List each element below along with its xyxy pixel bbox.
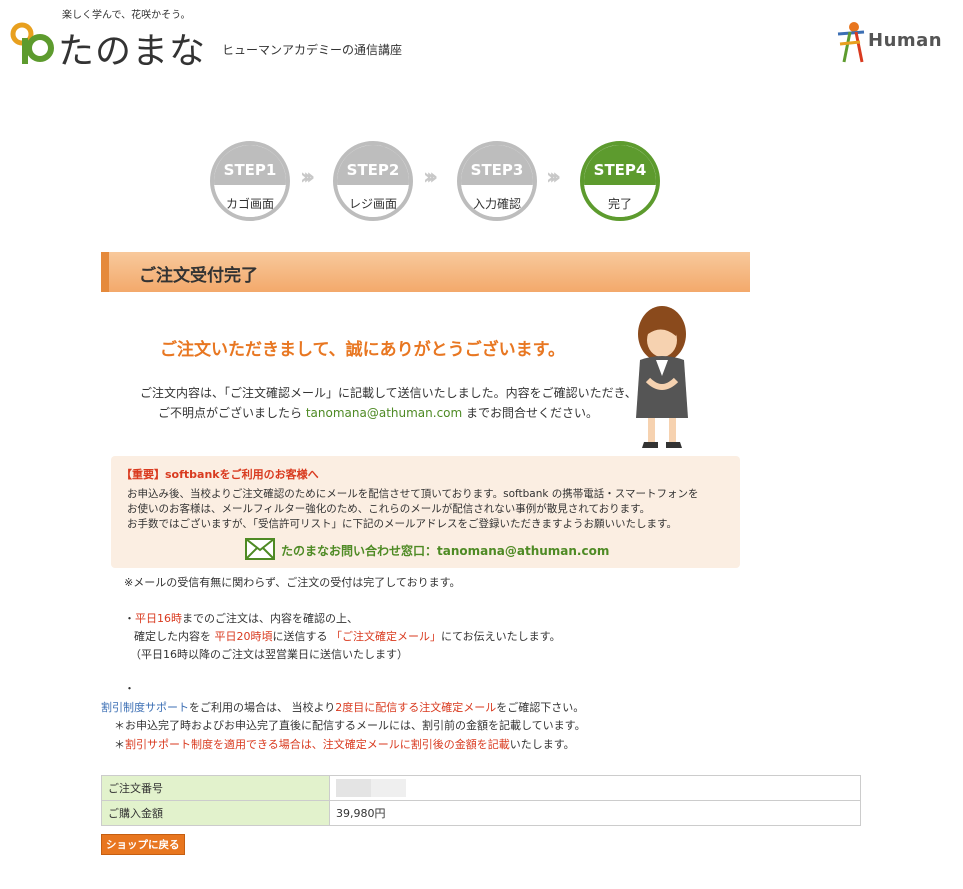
bullet-dot: ・ bbox=[124, 682, 135, 695]
highlight-text: 割引サポート制度を適用できる場合は、注文確定メールに割引後の金額を記載 bbox=[125, 738, 510, 751]
step-4-label: 完了 bbox=[584, 185, 656, 217]
step-4: STEP4 完了 bbox=[580, 141, 660, 221]
chevron-right-icon: ››› bbox=[423, 165, 438, 190]
notice-contact-email[interactable]: たのまなお問い合わせ窓口：tanomana@athuman.com bbox=[281, 542, 609, 559]
notice-title: 【重要】softbankをご利用のお客様へ bbox=[121, 468, 319, 481]
schedule-note-line3: （平日16時以降のご注文は翌営業日に送信いたします） bbox=[130, 648, 408, 661]
highlight-text: 2度目に配信する注文確定メール bbox=[335, 701, 497, 714]
notice-line: お使いのお客様は、メールフィルター強化のため、これらのメールが配信されない事例が… bbox=[127, 503, 651, 515]
human-logo[interactable]: Human bbox=[834, 20, 944, 66]
chevron-right-icon: ››› bbox=[300, 165, 315, 190]
step-2: STEP2 レジ画面 bbox=[333, 141, 413, 221]
step-1: STEP1 カゴ画面 bbox=[210, 141, 290, 221]
section-title: ご注文受付完了 bbox=[139, 266, 258, 286]
bullet-text: にてお伝えいたします。 bbox=[441, 630, 561, 643]
discount-text: ＊ bbox=[114, 738, 125, 751]
masked-order-number bbox=[336, 779, 406, 797]
logo-text[interactable]: たのまな bbox=[58, 22, 206, 74]
thanks-heading: ご注文いただきまして、誠にありがとうございます。 bbox=[160, 340, 565, 360]
table-row: ご注文番号 bbox=[101, 775, 861, 801]
notice-line: お申込み後、当校よりご注文確認のためにメールを配信させて頂いております。soft… bbox=[127, 488, 699, 500]
mail-icon bbox=[245, 538, 275, 560]
highlight-text: 平日20時頃 bbox=[214, 630, 273, 643]
tagline: 楽しく学んで、花咲かそう。 bbox=[62, 10, 191, 21]
step-1-number: STEP1 bbox=[214, 145, 286, 185]
purchase-amount-value: 39,980円 bbox=[329, 800, 861, 826]
tanomana-logo-icon[interactable] bbox=[8, 20, 56, 66]
schedule-note-line1: ・平日16時までのご注文は、内容を確認の上、 bbox=[124, 610, 358, 626]
step-3-label: 入力確認 bbox=[461, 185, 533, 217]
purchase-amount-label: ご購入金額 bbox=[101, 800, 330, 826]
bullet-text: までのご注文は、内容を確認の上、 bbox=[182, 612, 358, 625]
bowing-staff-illustration bbox=[636, 306, 688, 448]
human-logo-text: Human bbox=[868, 30, 943, 51]
softbank-notice: 【重要】softbankをご利用のお客様へ お申込み後、当校よりご注文確認のため… bbox=[111, 456, 740, 568]
contact-email-link[interactable]: tanomana@athuman.com bbox=[306, 406, 462, 420]
step-4-number: STEP4 bbox=[584, 145, 656, 185]
discount-text: いたします。 bbox=[509, 738, 575, 751]
discount-text: をご利用の場合は、 当校より bbox=[189, 701, 336, 714]
human-figure-icon bbox=[837, 22, 865, 63]
bullet-text: 確定した内容を bbox=[134, 630, 215, 643]
step-3: STEP3 入力確認 bbox=[457, 141, 537, 221]
order-number-label: ご注文番号 bbox=[101, 775, 330, 801]
step-2-number: STEP2 bbox=[337, 145, 409, 185]
step-3-number: STEP3 bbox=[461, 145, 533, 185]
notice-line: お手数ではございますが、「受信許可リスト」に下記のメールアドレスをご登録いただき… bbox=[127, 518, 677, 530]
bullet-text: ・ bbox=[124, 612, 135, 625]
receipt-note: ※メールの受信有無に関わらず、ご注文の受付は完了しております。 bbox=[124, 576, 461, 589]
discount-text: をご確認下さい。 bbox=[496, 701, 585, 714]
discount-support-link[interactable]: 割引制度サポート bbox=[101, 701, 189, 714]
confirmation-message-line1: ご注文内容は、「ご注文確認メール」に記載して送信いたしました。内容をご確認いただ… bbox=[140, 386, 637, 400]
highlight-text: 平日16時 bbox=[135, 612, 182, 625]
section-header: ご注文受付完了 bbox=[101, 252, 750, 292]
confirmation-message-line2: ご不明点がございましたら tanomana@athuman.com までお問合せ… bbox=[158, 404, 598, 421]
message-text: までお問合せください。 bbox=[462, 406, 599, 420]
chevron-right-icon: ››› bbox=[546, 165, 561, 190]
discount-note-line3: ＊割引サポート制度を適用できる場合は、注文確定メールに割引後の金額を記載いたしま… bbox=[114, 736, 575, 752]
discount-note-line2: ＊お申込完了時およびお申込完了直後に配信するメールには、割引前の金額を記載してい… bbox=[114, 719, 586, 732]
back-to-shop-button[interactable]: ショップに戻る bbox=[101, 834, 185, 855]
step-1-label: カゴ画面 bbox=[214, 185, 286, 217]
order-number-value bbox=[329, 775, 861, 801]
highlight-text: 「ご注文確定メール」 bbox=[331, 630, 441, 643]
message-text: ご不明点がございましたら bbox=[158, 406, 306, 420]
logo-subtitle: ヒューマンアカデミーの通信講座 bbox=[222, 43, 403, 57]
table-row: ご購入金額 39,980円 bbox=[101, 800, 861, 826]
bullet-text: に送信する bbox=[272, 630, 331, 643]
discount-note-line1: 割引制度サポートをご利用の場合は、 当校より2度目に配信する注文確定メールをご確… bbox=[101, 699, 584, 715]
step-2-label: レジ画面 bbox=[337, 185, 409, 217]
schedule-note-line2: 確定した内容を 平日20時頃に送信する 「ご注文確定メール」にてお伝えいたします… bbox=[134, 628, 561, 644]
order-summary-table: ご注文番号 ご購入金額 39,980円 bbox=[101, 775, 861, 826]
